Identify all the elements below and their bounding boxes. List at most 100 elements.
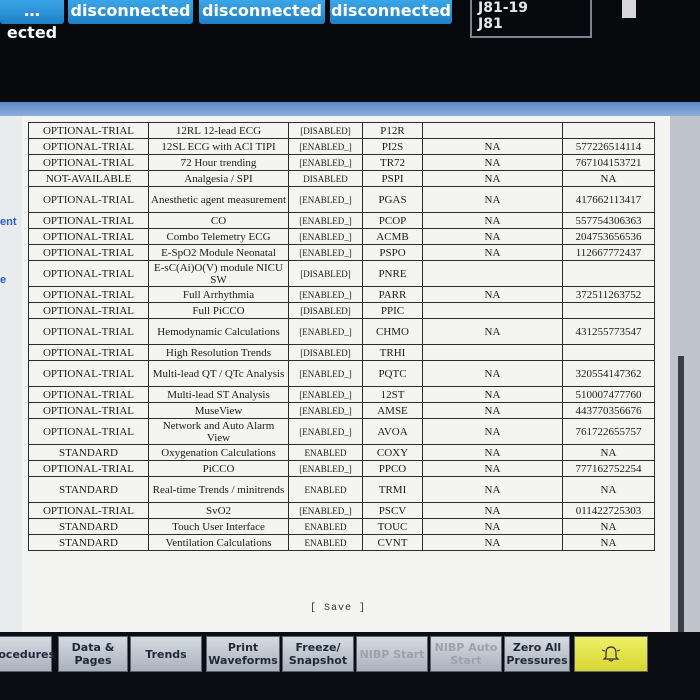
value-cell: NA xyxy=(422,186,563,213)
license-cell: OPTIONAL-TRIAL xyxy=(28,402,149,419)
table-row[interactable]: OPTIONAL-TRIAL Full PiCCO [DISABLED] PPIC xyxy=(28,302,655,319)
bed-label-box: J81-19 J81 xyxy=(470,0,592,38)
softkey-nibp-auto-start[interactable]: NIBP Auto Start xyxy=(430,636,502,672)
option-name-cell: Real-time Trends / minitrends xyxy=(148,476,289,503)
license-cell: OPTIONAL-TRIAL xyxy=(28,154,149,171)
code-cell: TRMI xyxy=(362,476,423,503)
option-name-cell: Oxygenation Calculations xyxy=(148,444,289,461)
status-cell: ENABLED xyxy=(288,476,363,503)
option-name-cell: High Resolution Trends xyxy=(148,344,289,361)
table-row[interactable]: OPTIONAL-TRIAL Multi-lead QT / QTc Analys… xyxy=(28,360,655,387)
serial-cell: 372511263752 xyxy=(562,286,655,303)
table-row[interactable]: OPTIONAL-TRIAL E-sC(Ai)O(V) module NICU S… xyxy=(28,260,655,287)
license-cell: OPTIONAL-TRIAL xyxy=(28,502,149,519)
table-row[interactable]: OPTIONAL-TRIAL Multi-lead ST Analysis [ENA… xyxy=(28,386,655,403)
table-row[interactable]: OPTIONAL-TRIAL CO [ENABLED_] PCOP NA 55775430… xyxy=(28,212,655,229)
serial-cell: NA xyxy=(562,476,655,503)
table-row[interactable]: STANDARD Oxygenation Calculations ENABLED C… xyxy=(28,444,655,461)
license-cell: STANDARD xyxy=(28,518,149,535)
table-row[interactable]: STANDARD Touch User Interface ENABLED TOUC N… xyxy=(28,518,655,535)
value-cell: NA xyxy=(422,154,563,171)
option-name-cell: E-SpO2 Module Neonatal xyxy=(148,244,289,261)
option-name-cell: Analgesia / SPI xyxy=(148,170,289,187)
option-name-cell: PiCCO xyxy=(148,460,289,477)
license-cell: NOT-AVAILABLE xyxy=(28,170,149,187)
option-name-cell: 12RL 12-lead ECG xyxy=(148,122,289,139)
table-row[interactable]: OPTIONAL-TRIAL Anesthetic agent measureme… xyxy=(28,186,655,213)
panel-title-bar xyxy=(0,102,700,116)
status-cell: DISABLED xyxy=(288,170,363,187)
value-cell: NA xyxy=(422,418,563,445)
softkey-trends[interactable]: Trends xyxy=(130,636,202,672)
code-cell: PQTC xyxy=(362,360,423,387)
table-row[interactable]: OPTIONAL-TRIAL 12SL ECG with ACI TIPI [ENA… xyxy=(28,138,655,155)
status-cell: [ENABLED_] xyxy=(288,186,363,213)
code-cell: TRHI xyxy=(362,344,423,361)
code-cell: CVNT xyxy=(362,534,423,551)
license-cell: OPTIONAL-TRIAL xyxy=(28,186,149,213)
scrollbar-track[interactable] xyxy=(678,356,684,636)
softkey-print-waveforms[interactable]: Print Waveforms xyxy=(206,636,280,672)
table-row[interactable]: OPTIONAL-TRIAL Combo Telemetry ECG [ENABLE… xyxy=(28,228,655,245)
table-row[interactable]: OPTIONAL-TRIAL MuseView [ENABLED_] AMSE NA 44… xyxy=(28,402,655,419)
softkey-procedures[interactable]: rocedures xyxy=(0,636,55,672)
network-status-button-2[interactable]: disconnected xyxy=(68,0,193,24)
value-cell: NA xyxy=(422,534,563,551)
table-row[interactable]: STANDARD Real-time Trends / minitrends ENA… xyxy=(28,476,655,503)
value-cell: NA xyxy=(422,244,563,261)
serial-cell: 011422725303 xyxy=(562,502,655,519)
network-status-button-4[interactable]: disconnected xyxy=(330,0,452,24)
serial-cell: 443770356676 xyxy=(562,402,655,419)
serial-cell: 761722655757 xyxy=(562,418,655,445)
code-cell: AVOA xyxy=(362,418,423,445)
value-cell: NA xyxy=(422,360,563,387)
softkey-label: Freeze/ Snapshot xyxy=(288,641,348,667)
code-cell: PSCV xyxy=(362,502,423,519)
option-name-cell: Full Arrhythmia xyxy=(148,286,289,303)
softkey-freeze-snapshot[interactable]: Freeze/ Snapshot xyxy=(282,636,354,672)
table-row[interactable]: OPTIONAL-TRIAL Network and Auto Alarm Vie… xyxy=(28,418,655,445)
table-row[interactable]: OPTIONAL-TRIAL High Resolution Trends [DIS… xyxy=(28,344,655,361)
left-menu-fragment-2[interactable]: e xyxy=(0,274,6,286)
option-name-cell: Full PiCCO xyxy=(148,302,289,319)
softkey-data-pages[interactable]: Data & Pages xyxy=(58,636,128,672)
code-cell: PARR xyxy=(362,286,423,303)
option-name-cell: Multi-lead ST Analysis xyxy=(148,386,289,403)
softkey-nibp-start[interactable]: NIBP Start xyxy=(356,636,428,672)
left-menu-fragment-1[interactable]: ent xyxy=(0,216,17,228)
code-cell: COXY xyxy=(362,444,423,461)
table-row[interactable]: OPTIONAL-TRIAL SvO2 [ENABLED_] PSCV NA 011422… xyxy=(28,502,655,519)
serial-cell: 777162752254 xyxy=(562,460,655,477)
table-row[interactable]: OPTIONAL-TRIAL E-SpO2 Module Neonatal [ENA… xyxy=(28,244,655,261)
value-cell: NA xyxy=(422,138,563,155)
table-row[interactable]: OPTIONAL-TRIAL PiCCO [ENABLED_] PPCO NA 77716… xyxy=(28,460,655,477)
status-cell: [ENABLED_] xyxy=(288,460,363,477)
table-row[interactable]: OPTIONAL-TRIAL 12RL 12-lead ECG [DISABLED]… xyxy=(28,122,655,139)
softkey-zero-all-pressures[interactable]: Zero All Pressures xyxy=(504,636,570,672)
value-cell xyxy=(422,302,563,319)
table-row[interactable]: OPTIONAL-TRIAL Hemodynamic Calculations [E… xyxy=(28,318,655,345)
save-button[interactable]: [ Save ] xyxy=(310,603,366,614)
status-cell: [ENABLED_] xyxy=(288,318,363,345)
network-status-button-1[interactable]: …ected xyxy=(0,0,64,42)
license-cell: OPTIONAL-TRIAL xyxy=(28,122,149,139)
softkey-label: Print Waveforms xyxy=(208,641,278,667)
softkey-label: NIBP Start xyxy=(359,647,425,661)
network-status-button-3[interactable]: disconnected xyxy=(199,0,325,24)
table-row[interactable]: NOT-AVAILABLE Analgesia / SPI DISABLED PSPI… xyxy=(28,170,655,187)
value-cell xyxy=(422,260,563,287)
alarm-silence-button[interactable] xyxy=(574,636,648,672)
license-cell: OPTIONAL-TRIAL xyxy=(28,360,149,387)
table-row[interactable]: STANDARD Ventilation Calculations ENABLED C… xyxy=(28,534,655,551)
serial-cell xyxy=(562,122,655,139)
license-cell: OPTIONAL-TRIAL xyxy=(28,344,149,361)
license-cell: OPTIONAL-TRIAL xyxy=(28,260,149,287)
serial-cell: 767104153721 xyxy=(562,154,655,171)
value-cell xyxy=(422,122,563,139)
table-row[interactable]: OPTIONAL-TRIAL Full Arrhythmia [ENABLED_] P… xyxy=(28,286,655,303)
status-cell: [ENABLED_] xyxy=(288,138,363,155)
vertical-scrollbar[interactable] xyxy=(670,116,700,636)
table-row[interactable]: OPTIONAL-TRIAL 72 Hour trending [ENABLED_]… xyxy=(28,154,655,171)
serial-cell: 510007477760 xyxy=(562,386,655,403)
code-cell: PGAS xyxy=(362,186,423,213)
